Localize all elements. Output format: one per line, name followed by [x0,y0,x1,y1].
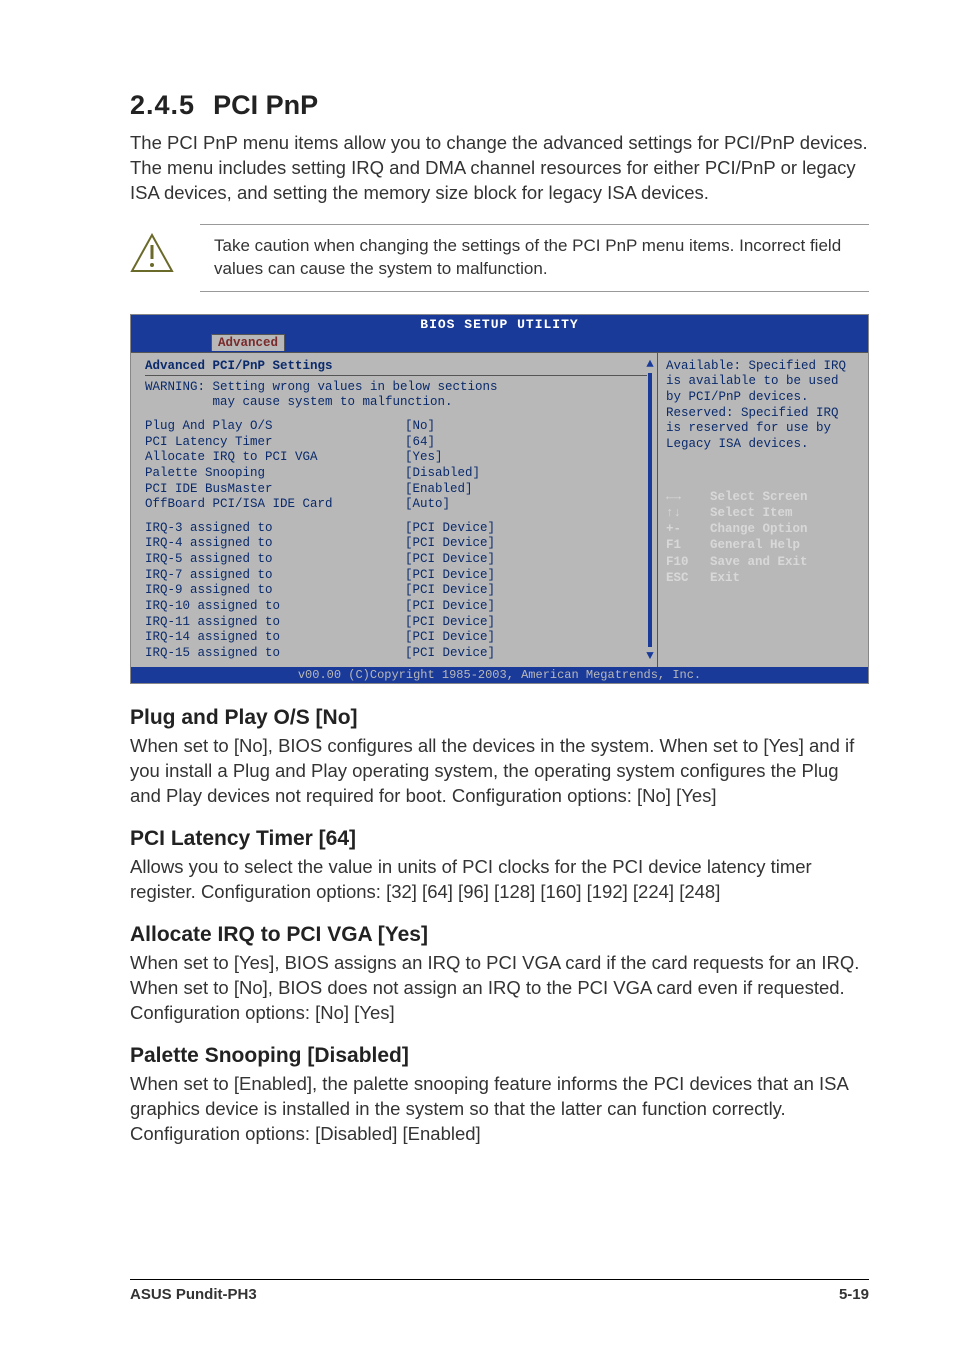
bios-irq-row: IRQ-9 assigned to[PCI Device] [145,583,647,599]
bios-setting-row: OffBoard PCI/ISA IDE Card[Auto] [145,497,647,513]
bios-key-row: F10Save and Exit [666,554,860,570]
subsection-body: When set to [Enabled], the palette snoop… [130,1072,869,1147]
bios-key-row: F1General Help [666,537,860,553]
subsection-body: When set to [No], BIOS configures all th… [130,734,869,809]
subsection-heading: Allocate IRQ to PCI VGA [Yes] [130,923,869,947]
bios-divider [145,375,647,376]
bios-help-text: Available: Specified IRQ is available to… [666,359,860,453]
intro-paragraph: The PCI PnP menu items allow you to chan… [130,131,869,206]
footer-left: ASUS Pundit-PH3 [130,1286,257,1303]
page-footer: ASUS Pundit-PH3 5-19 [130,1279,869,1303]
bios-setting-row: Allocate IRQ to PCI VGA[Yes] [145,450,647,466]
bios-footer: v00.00 (C)Copyright 1985-2003, American … [131,667,868,683]
scroll-track [648,373,652,648]
bios-setting-row: Palette Snooping[Disabled] [145,466,647,482]
subsection-heading: Plug and Play O/S [No] [130,706,869,730]
caution-box: Take caution when changing the settings … [200,224,869,292]
subsection-heading: Palette Snooping [Disabled] [130,1044,869,1068]
bios-title: BIOS SETUP UTILITY [131,315,868,334]
bios-warning-l1: WARNING: Setting wrong values in below s… [145,380,647,396]
bios-irq-row: IRQ-7 assigned to[PCI Device] [145,568,647,584]
bios-key-row: ↑↓Select Item [666,505,860,521]
bios-screenshot: BIOS SETUP UTILITY Advanced ▲ ▼ Advanced… [130,314,869,685]
footer-right: 5-19 [839,1286,869,1303]
scroll-up-icon: ▲ [645,357,655,371]
bios-section-title: Advanced PCI/PnP Settings [145,359,647,373]
bios-setting-row: PCI IDE BusMaster[Enabled] [145,482,647,498]
subsection-body: Allows you to select the value in units … [130,855,869,905]
bios-setting-row: Plug And Play O/S[No] [145,419,647,435]
caution-text: Take caution when changing the settings … [214,236,841,278]
bios-warning-l2: may cause system to malfunction. [145,395,647,411]
bios-irq-row: IRQ-15 assigned to[PCI Device] [145,646,647,662]
scroll-down-icon: ▼ [645,649,655,663]
section-number: 2.4.5 [130,90,195,120]
bios-key-row: ←→Select Screen [666,489,860,505]
bios-left-pane: ▲ ▼ Advanced PCI/PnP Settings WARNING: S… [131,353,658,668]
bios-irq-row: IRQ-11 assigned to[PCI Device] [145,615,647,631]
section-title: PCI PnP [213,90,318,120]
section-heading: 2.4.5 PCI PnP [130,90,869,121]
bios-tab-row: Advanced [131,334,868,352]
bios-irq-row: IRQ-4 assigned to[PCI Device] [145,536,647,552]
warning-icon [130,233,174,273]
bios-irq-row: IRQ-3 assigned to[PCI Device] [145,521,647,537]
subsection-heading: PCI Latency Timer [64] [130,827,869,851]
bios-key-row: +-Change Option [666,521,860,537]
subsection-body: When set to [Yes], BIOS assigns an IRQ t… [130,951,869,1026]
bios-key-row: ESCExit [666,570,860,586]
bios-irq-row: IRQ-14 assigned to[PCI Device] [145,630,647,646]
bios-irq-row: IRQ-10 assigned to[PCI Device] [145,599,647,615]
bios-setting-row: PCI Latency Timer[64] [145,435,647,451]
bios-irq-row: IRQ-5 assigned to[PCI Device] [145,552,647,568]
bios-key-legend: ←→Select Screen↑↓Select Item+-Change Opt… [666,489,860,587]
bios-right-pane: Available: Specified IRQ is available to… [658,353,868,668]
bios-tab-advanced: Advanced [211,334,285,351]
